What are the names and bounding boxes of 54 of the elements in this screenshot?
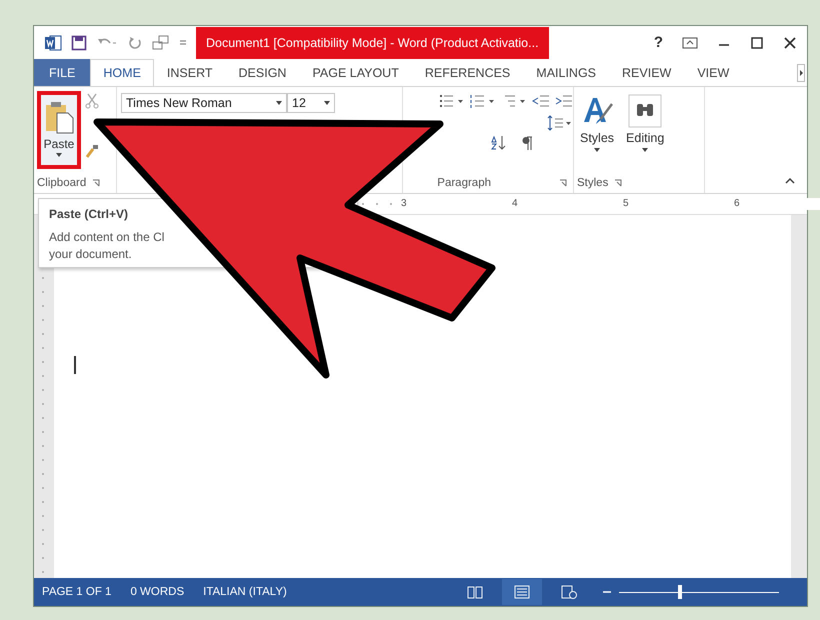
group-label: Paragraph <box>437 177 491 189</box>
read-mode-icon[interactable] <box>467 585 483 599</box>
ribbon-tab[interactable]: INSERT <box>154 59 226 86</box>
font-size-field[interactable]: 12 <box>287 93 335 113</box>
ribbon-tab[interactable]: HOME <box>90 59 154 86</box>
web-layout-icon[interactable] <box>561 585 577 599</box>
close-icon[interactable] <box>783 36 797 50</box>
sort-icon[interactable] <box>491 135 507 151</box>
file-tab[interactable]: FILE <box>34 59 90 86</box>
help-button[interactable]: ? <box>654 34 663 51</box>
format-painter-icon[interactable] <box>85 143 99 159</box>
scroll-right-icon[interactable] <box>797 64 805 82</box>
ribbon-tab[interactable]: PAGE LAYOUT <box>299 59 412 86</box>
text-cursor <box>74 356 76 374</box>
ribbon-display-icon[interactable] <box>682 36 698 50</box>
redo-icon[interactable] <box>127 34 143 50</box>
status-item[interactable]: ITALIAN (ITALY) <box>203 586 287 598</box>
dialog-launcher-icon[interactable] <box>559 179 567 187</box>
paste-button[interactable]: Paste <box>37 91 81 169</box>
ruler-number: 6 <box>734 198 820 210</box>
ribbon-tab[interactable]: MAILINGS <box>523 59 610 86</box>
dialog-launcher-icon[interactable] <box>614 179 622 187</box>
tooltip-text: Add content on the Cl <box>49 230 166 244</box>
caret-icon <box>56 153 62 157</box>
print-layout-icon[interactable] <box>502 579 542 605</box>
tooltip-title: Paste (Ctrl+V) <box>49 207 130 221</box>
ribbon-tab[interactable]: REVIEW <box>609 59 684 86</box>
ribbon-tab[interactable]: DESIGN <box>226 59 300 86</box>
caret-icon <box>642 148 648 152</box>
windows-icon[interactable] <box>152 34 170 50</box>
dialog-launcher-icon[interactable] <box>92 179 100 187</box>
caret-icon <box>324 101 330 105</box>
decrease-indent-icon[interactable] <box>532 93 550 109</box>
save-icon[interactable] <box>71 34 87 50</box>
tooltip-text: your document. <box>49 247 133 261</box>
maximize-icon[interactable] <box>750 36 764 50</box>
font-name-field[interactable]: Times New Roman <box>121 93 287 113</box>
caret-icon <box>594 148 600 152</box>
status-item[interactable]: PAGE 1 OF 1 <box>42 586 112 598</box>
caret-icon <box>276 101 282 105</box>
word-logo-icon[interactable] <box>44 34 62 50</box>
ribbon-tab[interactable]: VIEW <box>684 59 742 86</box>
collapse-ribbon-icon[interactable] <box>785 177 795 185</box>
bullets-icon[interactable] <box>439 93 465 109</box>
numbering-icon[interactable] <box>470 93 496 109</box>
increase-indent-icon[interactable] <box>555 93 573 109</box>
status-item[interactable]: 0 WORDS <box>130 586 184 598</box>
group-label: Clipboard <box>37 177 86 189</box>
group-label: Styles <box>577 177 608 189</box>
binoculars-icon <box>628 94 662 128</box>
line-spacing-icon[interactable] <box>547 115 573 131</box>
window-title: Document1 [Compatibility Mode] - Word (Product Activatio... <box>196 26 549 58</box>
pilcrow-icon[interactable] <box>521 135 533 151</box>
ribbon-tab[interactable]: REFERENCES <box>412 59 524 86</box>
